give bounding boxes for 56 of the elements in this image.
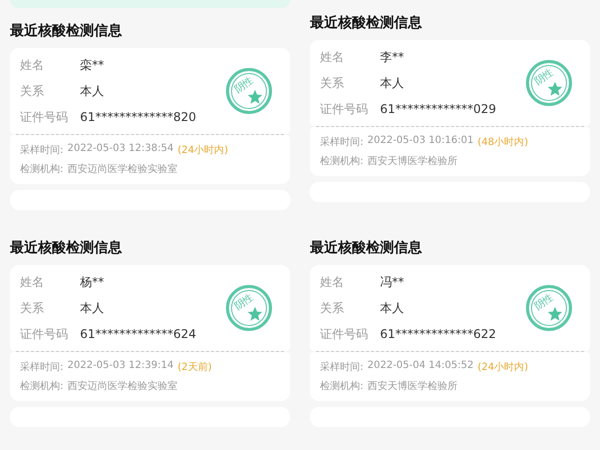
field-value: 61*************624 xyxy=(80,326,196,343)
field-label: 姓名 xyxy=(20,57,45,74)
agency-name: 西安迈尚医学检验实验室 xyxy=(67,380,178,393)
star-icon xyxy=(247,89,263,105)
stamp-text: 阴性 xyxy=(532,66,556,88)
section-title: 最近核酸检测信息 xyxy=(10,239,123,258)
agency-label: 检测机构: xyxy=(320,154,364,168)
stamp-text: 阴性 xyxy=(232,74,256,96)
sample-label: 采样时间: xyxy=(20,360,64,374)
field-value: 本人 xyxy=(80,83,104,100)
agency-name: 西安迈尚医学检验实验室 xyxy=(67,162,178,176)
field-label: 姓名 xyxy=(320,274,345,291)
field-label: 关系 xyxy=(20,83,45,100)
field-value: 冯** xyxy=(380,274,404,291)
section-title: 最近核酸检测信息 xyxy=(310,14,423,33)
agency-label: 检测机构: xyxy=(20,380,64,393)
stamp-text: 阴性 xyxy=(532,291,556,314)
field-label: 关系 xyxy=(320,300,345,317)
field-label: 证件号码 xyxy=(320,326,369,343)
time-note: (2天前) xyxy=(178,361,212,374)
field-value: 本人 xyxy=(80,300,104,317)
field-label: 证件号码 xyxy=(320,101,369,118)
sample-label: 采样时间: xyxy=(320,360,364,374)
field-label: 关系 xyxy=(320,75,345,92)
time-note: (48小时内) xyxy=(478,136,528,149)
field-label: 证件号码 xyxy=(20,326,69,343)
field-label: 证件号码 xyxy=(20,109,69,126)
section-title: 最近核酸检测信息 xyxy=(310,239,423,258)
field-value: 61*************029 xyxy=(380,101,496,118)
field-value: 61*************622 xyxy=(380,326,496,343)
sample-time: 2022-05-03 10:16:01 xyxy=(367,135,474,148)
sample-label: 采样时间: xyxy=(320,136,364,149)
star-icon xyxy=(247,306,263,322)
field-label: 关系 xyxy=(20,300,45,317)
field-value: 杨** xyxy=(80,274,104,291)
field-value: 本人 xyxy=(380,75,404,92)
stamp-text: 阴性 xyxy=(232,291,256,314)
agency-label: 检测机构: xyxy=(320,380,364,393)
field-value: 李** xyxy=(380,49,404,66)
field-label: 姓名 xyxy=(320,49,345,66)
field-label: 姓名 xyxy=(20,274,45,291)
sample-time: 2022-05-03 12:38:54 xyxy=(67,143,174,156)
agency-name: 西安天博医学检验所 xyxy=(367,154,458,168)
star-icon xyxy=(547,306,563,322)
agency-name: 西安天博医学检验所 xyxy=(367,380,458,393)
star-icon xyxy=(547,81,563,97)
sample-time: 2022-05-04 14:05:52 xyxy=(367,360,474,373)
section-title: 最近核酸检测信息 xyxy=(10,22,123,41)
time-note: (24小时内) xyxy=(478,360,528,374)
sample-time: 2022-05-03 12:39:14 xyxy=(67,360,174,373)
field-value: 本人 xyxy=(380,300,404,317)
agency-label: 检测机构: xyxy=(20,162,64,176)
field-value: 61*************820 xyxy=(80,109,196,126)
field-value: 栾** xyxy=(80,57,104,74)
time-note: (24小时内) xyxy=(178,144,228,157)
sample-label: 采样时间: xyxy=(20,144,64,157)
